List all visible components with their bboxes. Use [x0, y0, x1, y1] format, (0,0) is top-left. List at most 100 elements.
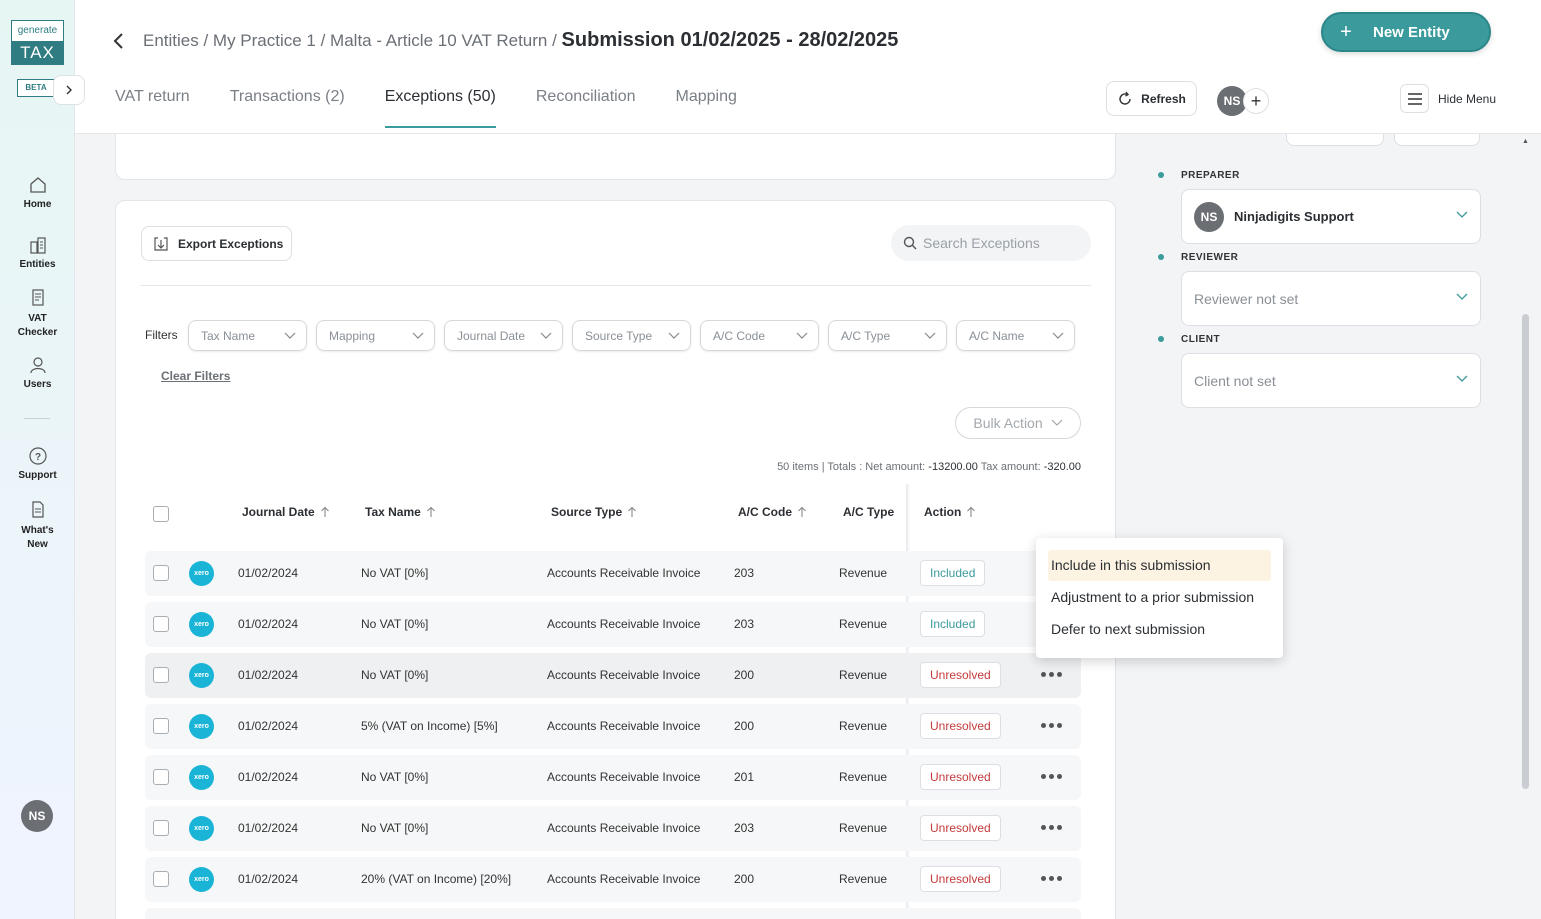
search-input[interactable]: Search Exceptions: [891, 225, 1091, 261]
logo[interactable]: generate TAX: [11, 20, 64, 65]
cell-source: Accounts Receivable Invoice: [547, 668, 701, 682]
hide-menu-button[interactable]: Hide Menu: [1400, 84, 1496, 113]
filter-ac-name[interactable]: A/C Name: [956, 320, 1075, 351]
rail-item-entities[interactable]: Entities: [0, 235, 75, 270]
row-checkbox[interactable]: [153, 565, 169, 581]
cell-tax: No VAT [0%]: [361, 566, 429, 580]
logo-top: generate: [17, 25, 58, 36]
scrollbar-thumb[interactable]: [1522, 314, 1529, 789]
breadcrumb-path[interactable]: Entities / My Practice 1 / Malta - Artic…: [143, 31, 557, 50]
tab-vat-return[interactable]: VAT return: [115, 88, 190, 128]
cell-tax: No VAT [0%]: [361, 770, 429, 784]
row-checkbox[interactable]: [153, 616, 169, 632]
action-menu: Include in this submission Adjustment to…: [1036, 538, 1283, 658]
filter-label: Tax Name: [201, 328, 256, 343]
col-action[interactable]: Action: [924, 505, 976, 519]
sort-arrow-icon: [320, 506, 329, 517]
more-actions-icon[interactable]: [1041, 672, 1065, 677]
cell-code: 200: [734, 668, 755, 682]
back-arrow-icon[interactable]: [111, 30, 127, 52]
more-actions-icon[interactable]: [1041, 825, 1065, 830]
tab-exceptions[interactable]: Exceptions (50): [384, 88, 496, 128]
hamburger-icon: [1400, 84, 1429, 113]
tax-amount: -320.00: [1043, 461, 1081, 473]
bulk-action-button[interactable]: Bulk Action: [955, 407, 1081, 439]
col-source-type[interactable]: Source Type: [551, 505, 637, 519]
filter-tax-name[interactable]: Tax Name: [188, 320, 307, 351]
table-row[interactable]: xero 01/02/2024 No VAT [0%] Accounts Rec…: [145, 755, 1081, 800]
col-journal-date[interactable]: Journal Date: [242, 505, 330, 519]
menu-item-include[interactable]: Include in this submission: [1048, 550, 1271, 581]
cell-type: Revenue: [839, 821, 888, 835]
tab-reconciliation[interactable]: Reconciliation: [536, 88, 636, 128]
table-row[interactable]: xero 01/02/2024 No VAT [0%] Accounts Rec…: [145, 653, 1081, 698]
new-entity-button[interactable]: + New Entity: [1321, 12, 1491, 52]
rail-item-home[interactable]: Home: [0, 175, 75, 210]
preparer-avatar: NS: [1194, 201, 1224, 232]
page-scrollbar[interactable]: ▲: [1521, 134, 1531, 919]
table-row[interactable]: xero 01/02/2024 5% (VAT on Income) [5%] …: [145, 704, 1081, 749]
tab-mapping[interactable]: Mapping: [675, 88, 736, 128]
scroll-up-icon[interactable]: ▲: [1522, 138, 1529, 145]
timeline-dot: [1158, 336, 1164, 342]
table-row[interactable]: xero 01/02/2024 No VAT [0%] Accounts Rec…: [145, 806, 1081, 851]
user-icon: [29, 357, 46, 374]
client-select[interactable]: Client not set: [1181, 353, 1481, 408]
rail-item-users[interactable]: Users: [0, 355, 75, 390]
table-row[interactable]: xero 01/02/2024 No VAT [0%] Accounts Rec…: [145, 551, 1081, 596]
rail-item-whats-new[interactable]: What's New: [0, 500, 75, 552]
filter-journal-date[interactable]: Journal Date: [444, 320, 563, 351]
row-checkbox[interactable]: [153, 871, 169, 887]
menu-item-defer[interactable]: Defer to next submission: [1048, 614, 1271, 645]
more-actions-icon[interactable]: [1041, 876, 1065, 881]
page-header: Entities / My Practice 1 / Malta - Artic…: [75, 0, 1541, 134]
rail-divider: [24, 418, 50, 419]
table-row[interactable]: xero 01/02/2024 No VAT [0%] Accounts Rec…: [145, 602, 1081, 647]
expand-rail-button[interactable]: [53, 75, 85, 105]
filter-label: Journal Date: [457, 328, 526, 343]
preparer-select[interactable]: NS Ninjadigits Support: [1181, 189, 1481, 244]
cell-date: 01/02/2024: [238, 566, 299, 580]
select-all-checkbox[interactable]: [153, 506, 169, 522]
cell-date: 01/02/2024: [238, 872, 299, 886]
export-exceptions-button[interactable]: Export Exceptions: [141, 226, 292, 261]
col-tax-name[interactable]: Tax Name: [365, 505, 436, 519]
client-value: Client not set: [1194, 372, 1276, 389]
filter-source-type[interactable]: Source Type: [572, 320, 691, 351]
row-checkbox[interactable]: [153, 769, 169, 785]
rail-item-support[interactable]: ? Support: [0, 446, 75, 481]
more-actions-icon[interactable]: [1041, 774, 1065, 779]
status-badge: Included: [920, 560, 986, 586]
col-ac-code[interactable]: A/C Code: [738, 505, 807, 519]
filter-mapping[interactable]: Mapping: [316, 320, 435, 351]
refresh-button[interactable]: Refresh: [1106, 81, 1197, 116]
menu-item-adjustment[interactable]: Adjustment to a prior submission: [1048, 582, 1271, 613]
reviewer-select[interactable]: Reviewer not set: [1181, 271, 1481, 326]
more-actions-icon[interactable]: [1041, 723, 1065, 728]
table-row[interactable]: [145, 908, 1081, 919]
reviewer-value: Reviewer not set: [1194, 290, 1299, 307]
totals-summary: 50 items | Totals : Net amount: -13200.0…: [676, 461, 1081, 473]
add-assignee-button[interactable]: +: [1243, 88, 1269, 114]
row-checkbox[interactable]: [153, 667, 169, 683]
table-row[interactable]: xero 01/02/2024 20% (VAT on Income) [20%…: [145, 857, 1081, 902]
cell-date: 01/02/2024: [238, 668, 299, 682]
row-checkbox[interactable]: [153, 820, 169, 836]
clear-filters-link[interactable]: Clear Filters: [161, 369, 230, 383]
cell-type: Revenue: [839, 719, 888, 733]
col-ac-type[interactable]: A/C Type: [843, 505, 894, 519]
filter-ac-type[interactable]: A/C Type: [828, 320, 947, 351]
xero-icon: xero: [189, 714, 214, 739]
rail-label-home: Home: [23, 199, 52, 210]
filter-ac-code[interactable]: A/C Code: [700, 320, 819, 351]
user-avatar[interactable]: NS: [21, 800, 53, 832]
rail-label-entities: Entities: [19, 259, 56, 270]
chevron-right-icon: [66, 85, 72, 95]
xero-icon: xero: [189, 867, 214, 892]
xero-icon: xero: [189, 561, 214, 586]
status-badge: Unresolved: [920, 815, 1001, 841]
cell-date: 01/02/2024: [238, 617, 299, 631]
rail-item-vat-checker[interactable]: VAT Checker: [0, 288, 75, 340]
row-checkbox[interactable]: [153, 718, 169, 734]
tab-transactions[interactable]: Transactions (2): [230, 88, 345, 128]
